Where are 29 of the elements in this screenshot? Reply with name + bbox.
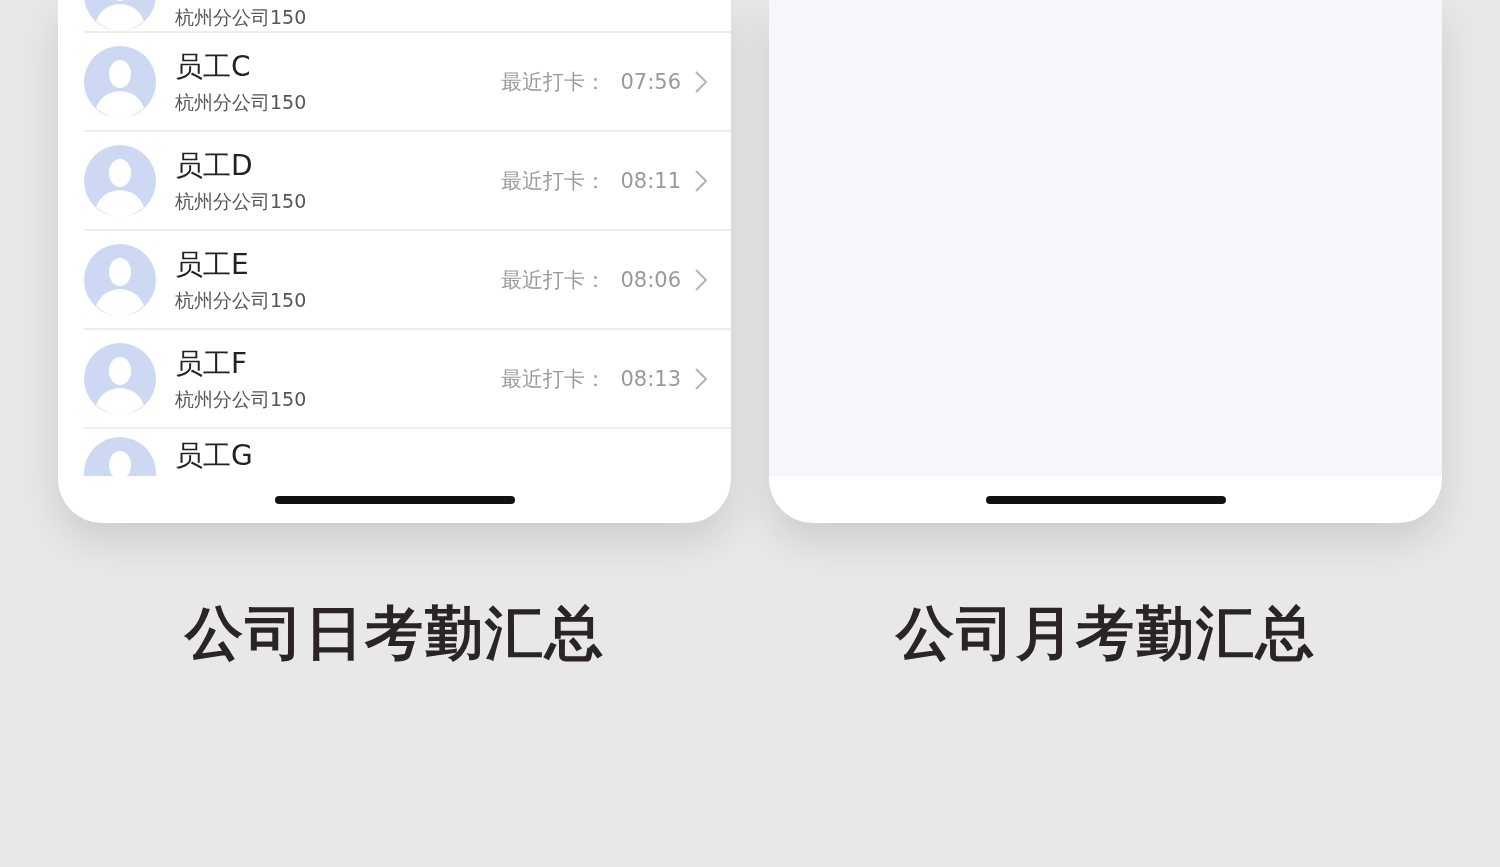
employee-row[interactable]: 员工C 杭州分公司150 最近打卡： 07:56 (84, 33, 731, 132)
clock-in-time: 08:13 (620, 366, 681, 391)
caption: 公司月考勤汇总 (895, 598, 1316, 669)
chevron-right-icon (695, 367, 707, 390)
company-name: 杭州分公司150 (175, 287, 308, 313)
caption: 公司日考勤汇总 (184, 598, 605, 669)
chevron-right-icon (695, 268, 707, 291)
clock-in-label: 最近打卡： (501, 365, 607, 393)
employee-name: 员工C (175, 48, 252, 85)
company-name: 杭州分公司150 (175, 386, 308, 412)
employee-row[interactable]: 员工E 杭州分公司150 最近打卡： 08:06 (84, 231, 731, 330)
employee-name: 员工E (175, 246, 250, 283)
employee-name: 员工F (175, 345, 249, 382)
company-name: 杭州分公司150 (175, 89, 308, 115)
clock-in-time: 08:11 (620, 168, 681, 193)
clock-in-label: 最近打卡： (501, 167, 607, 195)
clock-in-label: 最近打卡： (501, 266, 607, 294)
employee-row[interactable]: 员工F 杭州分公司150 最近打卡： 08:13 (84, 330, 731, 429)
chevron-right-icon (695, 70, 707, 93)
company-name: 杭州分公司150 (175, 5, 308, 30)
employee-row[interactable]: 杭州分公司150 (84, 0, 731, 33)
chevron-right-icon (695, 169, 707, 192)
employee-row[interactable]: 员工D 杭州分公司150 最近打卡： 08:11 (84, 132, 731, 231)
clock-in-time: 08:06 (620, 267, 681, 292)
clock-in-label: 最近打卡： (501, 68, 607, 96)
employee-name: 员工D (175, 147, 254, 184)
company-name: 杭州分公司150 (175, 188, 308, 214)
clock-in-time: 07:56 (620, 69, 681, 94)
employee-name: 员工G (175, 438, 254, 474)
